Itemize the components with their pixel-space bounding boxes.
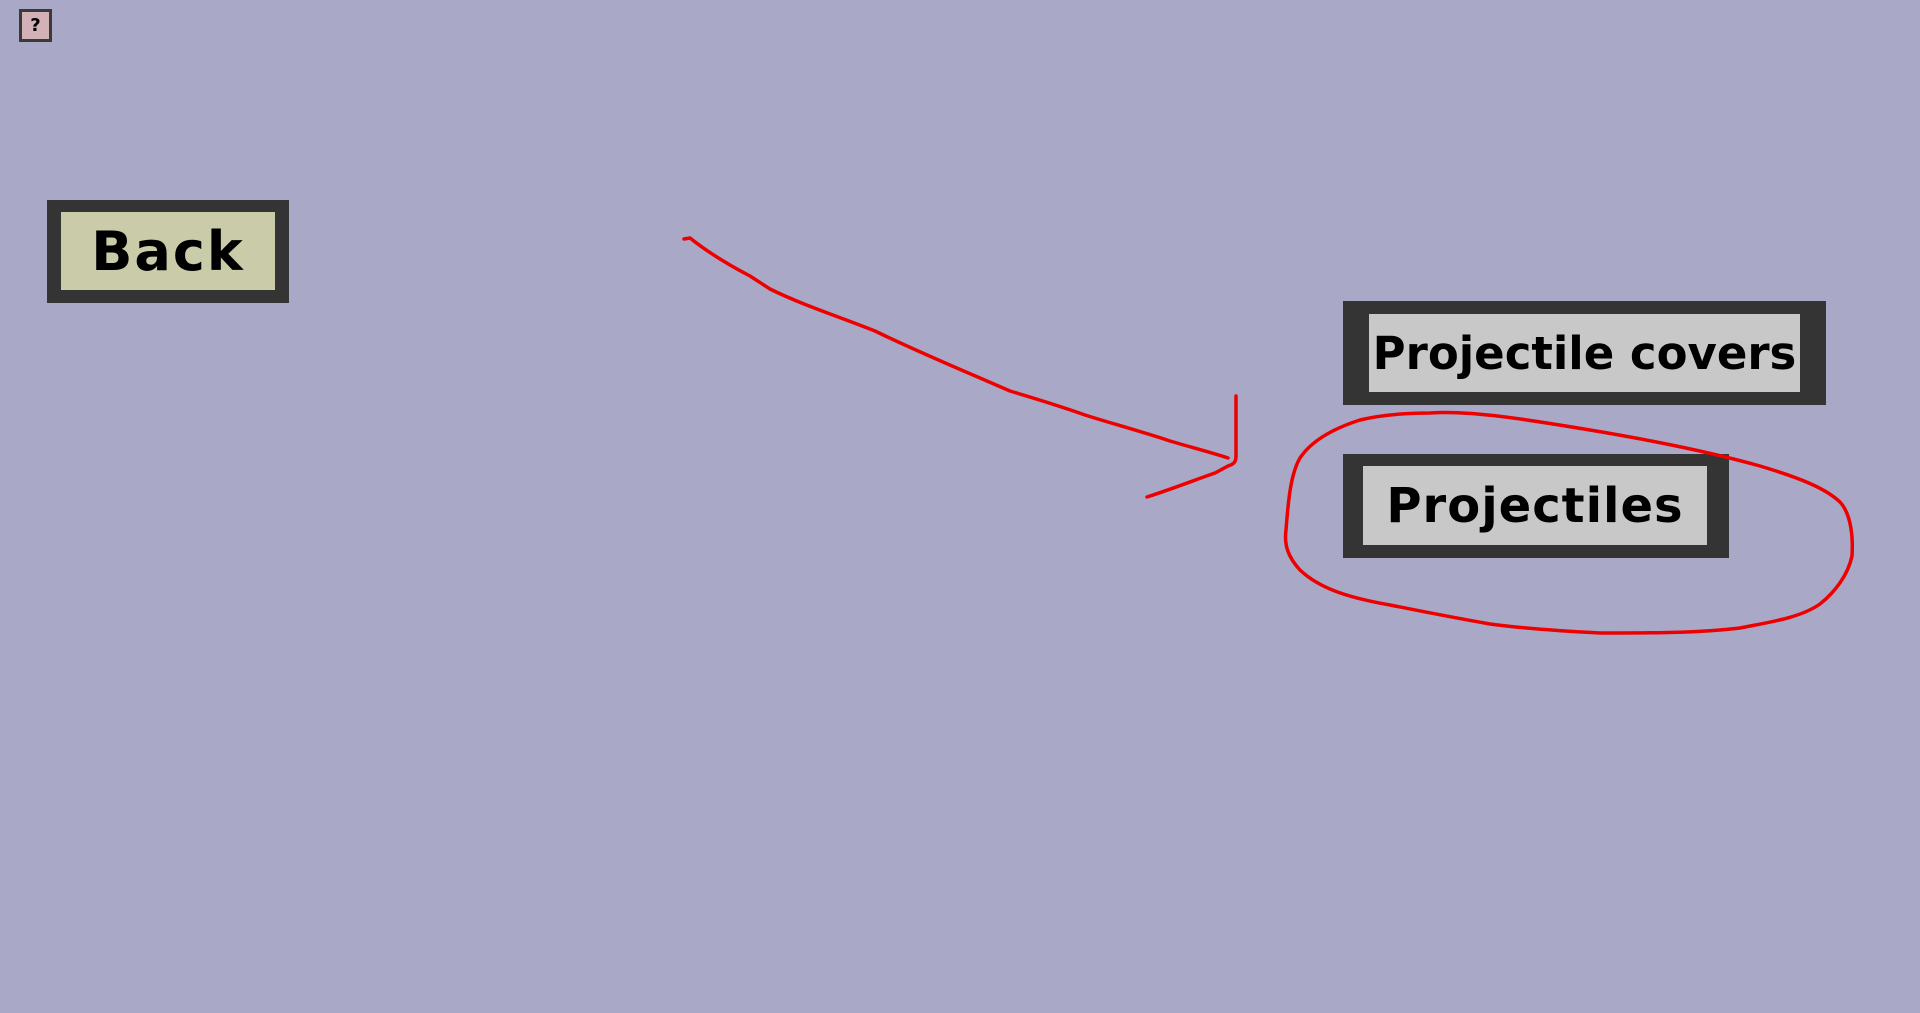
annotation-arrow-head bbox=[1145, 394, 1238, 499]
help-button[interactable]: ? bbox=[19, 9, 52, 42]
back-button[interactable]: Back bbox=[47, 200, 289, 303]
question-mark-icon: ? bbox=[22, 12, 49, 39]
annotation-arrow-shaft bbox=[682, 236, 1230, 460]
projectile-covers-button-label: Projectile covers bbox=[1369, 314, 1800, 392]
projectiles-button[interactable]: Projectiles bbox=[1343, 454, 1729, 558]
back-button-label: Back bbox=[61, 212, 275, 290]
projectiles-button-label: Projectiles bbox=[1363, 466, 1707, 545]
projectile-covers-button[interactable]: Projectile covers bbox=[1343, 301, 1826, 405]
